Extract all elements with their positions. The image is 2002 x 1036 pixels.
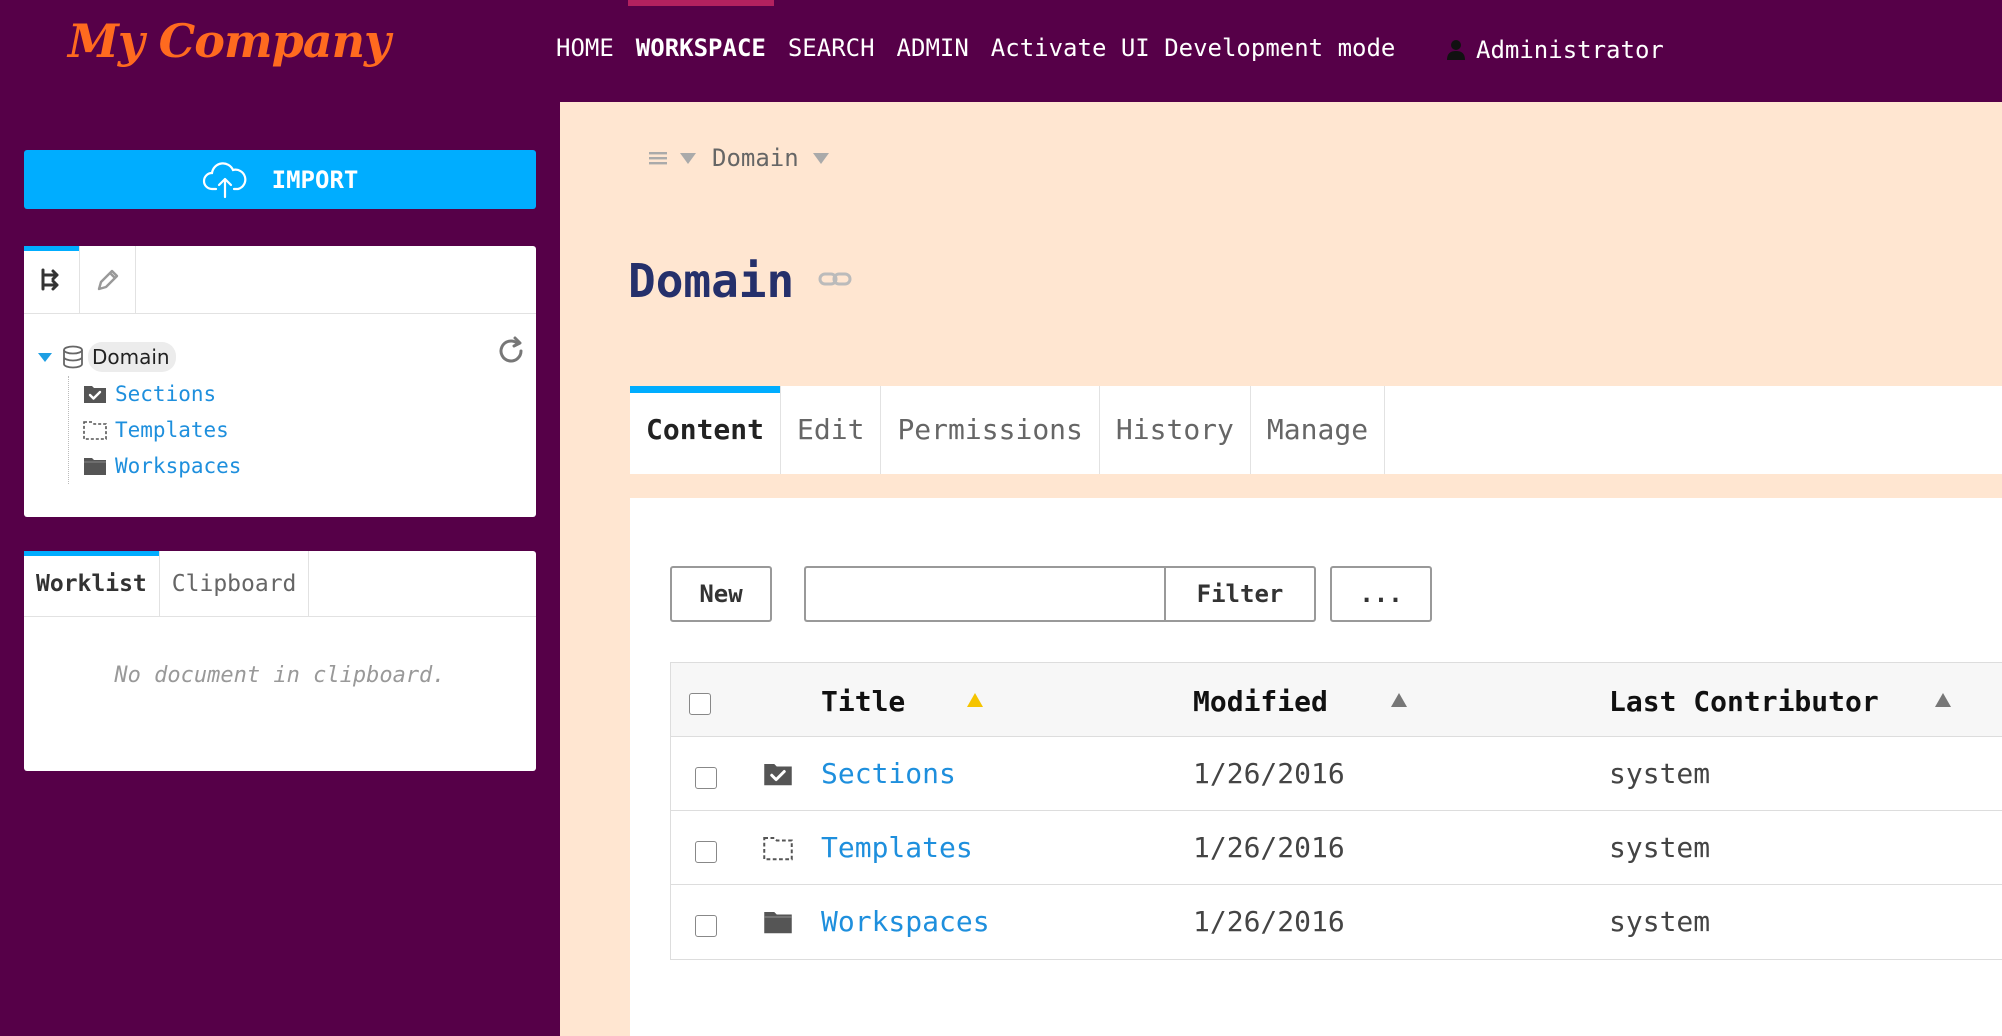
pencil-icon [97,269,118,291]
document-tabs: Content Edit Permissions History Manage [630,386,2002,474]
navigation-tree-icon [41,268,58,291]
tab-navigation-tree[interactable] [24,246,80,314]
tab-edit-tree[interactable] [80,246,136,314]
sections-folder-icon [764,764,792,786]
top-bar: My Company HOME WORKSPACE SEARCH ADMIN A… [0,0,2002,102]
column-header-modified[interactable]: Modified [1193,663,1328,737]
refresh-tree-button[interactable] [496,336,526,370]
tree-tabs [24,246,536,314]
content-table: Title Modified Last Contributor Sections… [670,662,2002,960]
row-checkbox[interactable] [695,767,717,789]
tab-permissions[interactable]: Permissions [881,386,1100,474]
templates-folder-icon [83,421,107,440]
row-modified: 1/26/2016 [1193,831,1345,864]
row-contributor: system [1609,757,1711,790]
row-contributor: system [1609,831,1711,864]
row-title-link[interactable]: Templates [821,811,973,885]
tree-item-sections[interactable]: Sections [83,376,241,412]
row-modified: 1/26/2016 [1193,905,1345,938]
page-title: Domain [628,254,852,308]
worklist-clipboard-panel: Worklist Clipboard No document in clipbo… [24,551,536,771]
tree-root-label[interactable]: Domain [88,342,176,372]
company-logo[interactable]: My Company [68,14,391,68]
clipboard-empty-message: No document in clipboard. [114,663,446,688]
tab-manage[interactable]: Manage [1251,386,1386,474]
breadcrumb-menu-caret-icon[interactable] [680,152,696,164]
tree-root-domain[interactable]: Domain [38,342,176,372]
breadcrumb-item-caret-icon[interactable] [812,152,829,164]
tree-item-templates[interactable]: Templates [83,412,241,448]
nav-admin[interactable]: ADMIN [897,0,969,102]
tab-clipboard[interactable]: Clipboard [160,551,310,617]
filter-button[interactable]: Filter [1164,566,1316,622]
tab-history[interactable]: History [1100,386,1251,474]
row-contributor: system [1609,905,1711,938]
column-header-last-contributor[interactable]: Last Contributor [1609,663,1879,737]
sections-folder-icon [84,386,106,403]
row-checkbox[interactable] [695,915,717,937]
hamburger-icon[interactable] [648,149,668,167]
table-row[interactable]: Workspaces 1/26/2016 system [671,885,2002,959]
permalink-button[interactable] [818,270,852,292]
sort-modified-icon[interactable] [1391,693,1407,707]
row-checkbox[interactable] [695,841,717,863]
new-button[interactable]: New [670,566,772,622]
row-title-link[interactable]: Workspaces [821,885,990,959]
tree-item-label: Workspaces [115,454,242,478]
tab-content[interactable]: Content [630,386,782,474]
tree-item-label: Templates [115,418,229,442]
row-title-link[interactable]: Sections [821,737,956,811]
row-modified: 1/26/2016 [1193,757,1345,790]
tab-worklist[interactable]: Worklist [24,551,160,617]
filter-input[interactable] [804,566,1164,622]
nav-search[interactable]: SEARCH [788,0,875,102]
listing-toolbar: New Filter ... [670,566,1432,622]
link-icon [818,272,852,286]
table-row[interactable]: Templates 1/26/2016 system [671,811,2002,885]
user-icon [1447,40,1465,60]
cloud-upload-icon [202,161,247,198]
import-button[interactable]: IMPORT [24,150,536,209]
page-title-text: Domain [628,254,795,308]
sort-last-contributor-icon[interactable] [1935,693,1951,707]
content-listing: New Filter ... Title Modified Last Contr… [630,498,2002,1036]
import-label: IMPORT [271,165,359,194]
column-header-title[interactable]: Title [821,663,905,737]
nav-home[interactable]: HOME [556,0,614,102]
breadcrumb-item-domain[interactable]: Domain [712,144,799,172]
breadcrumb: Domain [648,144,829,172]
templates-folder-icon [763,837,793,861]
user-menu[interactable]: Administrator [1446,36,1664,64]
tree-item-workspaces[interactable]: Workspaces [83,448,241,484]
refresh-icon [499,336,523,363]
tree-children: Sections Templates Workspaces [68,376,241,484]
tree-expand-caret[interactable] [38,352,52,362]
more-actions-button[interactable]: ... [1330,566,1432,622]
table-row[interactable]: Sections 1/26/2016 system [671,737,2002,811]
table-header: Title Modified Last Contributor [671,663,2002,737]
user-name: Administrator [1476,36,1664,64]
nav-activate-ui-dev-mode[interactable]: Activate UI Development mode [991,0,1396,102]
tab-edit[interactable]: Edit [781,386,882,474]
workspaces-folder-icon [764,912,792,934]
database-icon [63,345,83,369]
select-all-checkbox[interactable] [689,693,711,715]
sort-title-icon[interactable] [967,693,983,707]
workspaces-folder-icon [84,458,106,475]
main-nav: HOME WORKSPACE SEARCH ADMIN Activate UI … [556,0,1417,102]
navigation-tree-panel: Domain Sections Templates Workspaces [24,246,536,517]
worklist-tabs: Worklist Clipboard [24,551,536,617]
nav-workspace[interactable]: WORKSPACE [627,0,774,102]
tree-item-label: Sections [115,382,217,406]
main-content-area: Domain Domain Content Edit Permissions H… [560,102,2002,1036]
